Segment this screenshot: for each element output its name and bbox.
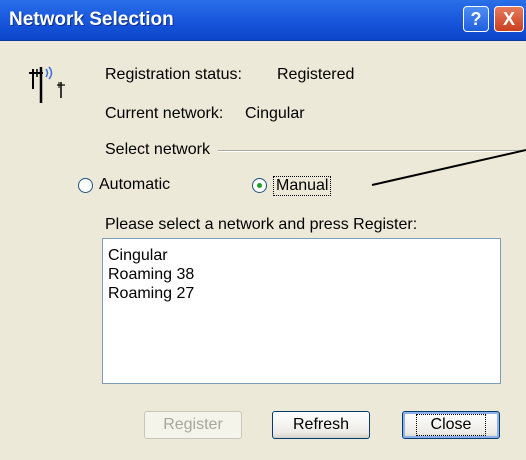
- registration-status-label: Registration status:: [105, 66, 242, 83]
- radio-manual-circle[interactable]: [252, 178, 267, 193]
- radio-automatic-circle[interactable]: [78, 178, 93, 193]
- radio-automatic-label: Automatic: [99, 176, 171, 193]
- group-divider: [218, 150, 523, 152]
- refresh-button[interactable]: Refresh: [272, 411, 370, 439]
- help-button[interactable]: ?: [463, 6, 489, 32]
- list-item[interactable]: Roaming 27: [108, 285, 194, 303]
- refresh-button-label: Refresh: [292, 416, 350, 433]
- register-button[interactable]: Register: [144, 411, 242, 439]
- registration-status-value: Registered: [277, 66, 355, 83]
- title-bar[interactable]: Network Selection ? X: [0, 0, 526, 41]
- network-list-prompt: Please select a network and press Regist…: [105, 216, 418, 233]
- close-icon: X: [502, 8, 515, 29]
- radio-automatic[interactable]: Automatic: [78, 176, 198, 198]
- close-window-button[interactable]: X: [494, 6, 524, 32]
- list-item[interactable]: Roaming 38: [108, 266, 194, 284]
- antenna-icon: [29, 66, 65, 103]
- register-button-label: Register: [163, 416, 223, 433]
- radio-selected-dot: [257, 183, 262, 188]
- current-network-label: Current network:: [105, 105, 224, 122]
- list-item[interactable]: Cingular: [108, 247, 168, 265]
- network-selection-dialog: Network Selection ? X Registration statu…: [0, 0, 526, 460]
- current-network-value: Cingular: [245, 105, 305, 122]
- radio-manual[interactable]: Manual: [252, 176, 372, 198]
- window-title: Network Selection: [9, 9, 174, 30]
- network-listbox[interactable]: Cingular Roaming 38 Roaming 27: [102, 238, 501, 384]
- select-network-group-label: Select network: [105, 141, 210, 158]
- radio-manual-label: Manual: [273, 176, 332, 196]
- close-button[interactable]: Close: [402, 411, 500, 439]
- help-icon: ?: [470, 8, 482, 29]
- close-button-label: Close: [415, 414, 487, 436]
